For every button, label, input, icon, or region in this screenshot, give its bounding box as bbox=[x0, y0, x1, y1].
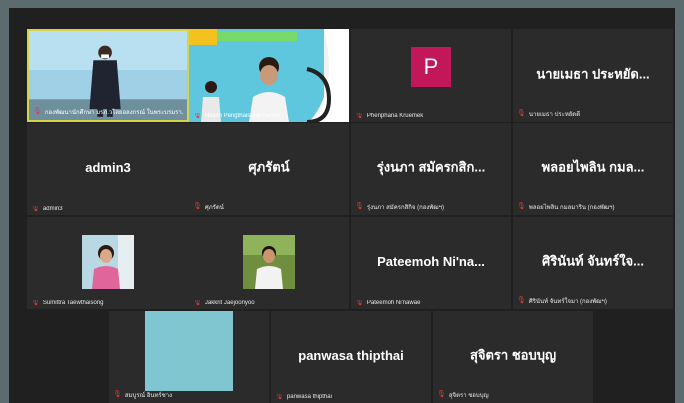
mic-muted-icon: 🎙 bbox=[517, 110, 526, 117]
mic-muted-icon: 🎙 bbox=[193, 113, 202, 119]
participant-tile-3[interactable]: P 🎙 Phenphana Kruemek bbox=[351, 29, 511, 122]
participant-tile-11[interactable]: Pateemoh Ni'na... 🎙 Pateemoh Ni'nawae bbox=[351, 217, 511, 309]
participant-video-2 bbox=[189, 29, 349, 122]
mic-muted-icon: 🎙 bbox=[517, 203, 526, 210]
participant-display-name: รุ่งนภา สมัครกสิก... bbox=[376, 159, 486, 175]
participant-name-label: 🎙 สมบูรณ์ อินทร์ชาง bbox=[113, 391, 173, 399]
participant-name-label: 🎙 สุจิตรา ชอบบุญ bbox=[437, 391, 489, 399]
participant-avatar: P bbox=[411, 47, 451, 87]
participant-display-name: พลอยไพลิน กมล... bbox=[541, 159, 645, 175]
participant-name-label: 🎙 Jakkrit Jaejoonyoo bbox=[193, 300, 255, 306]
mic-muted-icon: 🎙 bbox=[437, 391, 446, 398]
participant-tile-8[interactable]: พลอยไพลิน กมล... 🎙 พลอยไพลิน กมลมาริน (กอ… bbox=[513, 123, 673, 215]
mic-muted-icon: 🎙 bbox=[355, 300, 364, 306]
video-gallery: 🎙 กองพัฒนานักศึกษา มรภ.วไลยอลงกรณ์ ในพระบ… bbox=[9, 8, 675, 403]
participant-tile-10[interactable]: 🎙 Jakkrit Jaejoonyoo bbox=[189, 217, 349, 309]
participant-display-name: ศุภรัตน์ bbox=[248, 159, 290, 175]
participant-name-label: 🎙 Nitach Pengthaisong PaTam bbox=[193, 113, 281, 119]
mic-muted-icon: 🎙 bbox=[113, 391, 122, 398]
participant-name-label: 🎙 Pateemoh Ni'nawae bbox=[355, 300, 421, 306]
mic-muted-icon: 🎙 bbox=[275, 394, 284, 400]
mic-muted-icon: 🎙 bbox=[355, 113, 364, 119]
mic-muted-icon: 🎙 bbox=[33, 108, 42, 115]
participant-tile-13[interactable]: 🎙 สมบูรณ์ อินทร์ชาง bbox=[109, 311, 269, 403]
participant-photo bbox=[82, 235, 134, 289]
participant-name-label: 🎙 Phenphana Kruemek bbox=[355, 113, 424, 119]
participant-display-name: สุจิตรา ชอบบุญ bbox=[469, 347, 557, 363]
participant-name-label: 🎙 กองพัฒนานักศึกษา มรภ.วไลยอลงกรณ์ ในพระบ… bbox=[33, 108, 183, 116]
mic-muted-icon: 🎙 bbox=[31, 300, 40, 306]
participant-video-off bbox=[145, 311, 233, 391]
participant-tile-2[interactable]: 🎙 Nitach Pengthaisong PaTam bbox=[189, 29, 349, 122]
participant-name-label: 🎙 พลอยไพลิน กมลมาริน (กองพัฒฯ) bbox=[517, 203, 615, 211]
mic-muted-icon: 🎙 bbox=[355, 203, 364, 210]
participant-name-label: 🎙 Sumittra Taewthaisong bbox=[31, 300, 104, 306]
participant-tile-12[interactable]: ศิรินันท์ จันทร์ใจ... 🎙 ศิรินันท์ จันทร์ใ… bbox=[513, 217, 673, 309]
participant-tile-4[interactable]: นายเมธา ประหยัด... 🎙 นายเมธา ประหยัดดี bbox=[513, 29, 673, 122]
participant-display-name: admin3 bbox=[85, 160, 131, 175]
participant-tile-15[interactable]: สุจิตรา ชอบบุญ 🎙 สุจิตรา ชอบบุญ bbox=[433, 311, 593, 403]
participant-name-label: 🎙 ศิรินันท์ จันทร์ใจมา (กองพัฒฯ) bbox=[517, 297, 607, 305]
participant-tile-7[interactable]: รุ่งนภา สมัครกสิก... 🎙 รุ่งนภา สมัครกสิกิ… bbox=[351, 123, 511, 215]
mic-muted-icon: 🎙 bbox=[193, 203, 202, 210]
participant-name-label: 🎙 panwasa thipthai bbox=[275, 394, 332, 400]
mic-muted-icon: 🎙 bbox=[31, 206, 40, 212]
participant-tile-5[interactable]: admin3 🎙 admin3 bbox=[27, 123, 189, 215]
participant-name-label: 🎙 รุ่งนภา สมัครกสิกิจ (กองพัฒฯ) bbox=[355, 203, 445, 211]
mic-muted-icon: 🎙 bbox=[517, 297, 526, 304]
participant-tile-14[interactable]: panwasa thipthai 🎙 panwasa thipthai bbox=[271, 311, 431, 403]
participant-tile-6[interactable]: ศุภรัตน์ 🎙 ศุภรัตน์ bbox=[189, 123, 349, 215]
participant-display-name: Pateemoh Ni'na... bbox=[377, 254, 485, 269]
participant-display-name: ศิรินันท์ จันทร์ใจ... bbox=[541, 253, 645, 269]
participant-display-name: panwasa thipthai bbox=[298, 348, 404, 363]
participant-tile-9[interactable]: 🎙 Sumittra Taewthaisong bbox=[27, 217, 189, 309]
participant-name-label: 🎙 ศุภรัตน์ bbox=[193, 203, 224, 211]
participant-name-label: 🎙 admin3 bbox=[31, 206, 63, 212]
participant-name-label: 🎙 นายเมธา ประหยัดดี bbox=[517, 110, 581, 118]
mic-muted-icon: 🎙 bbox=[193, 300, 202, 306]
participant-photo bbox=[243, 235, 295, 289]
participant-display-name: นายเมธา ประหยัด... bbox=[536, 65, 650, 81]
participant-tile-1[interactable]: 🎙 กองพัฒนานักศึกษา มรภ.วไลยอลงกรณ์ ในพระบ… bbox=[27, 29, 189, 122]
